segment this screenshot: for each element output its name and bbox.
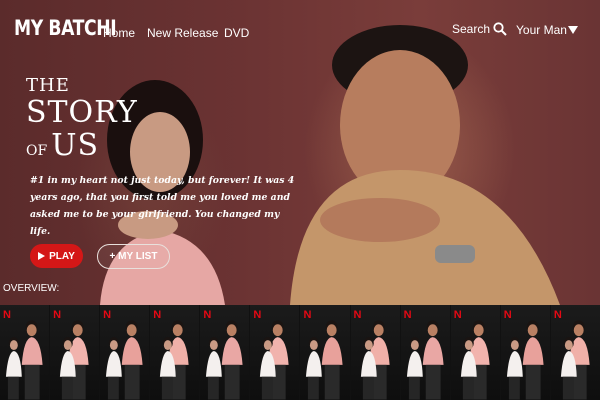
netflix-badge-icon: N: [103, 309, 112, 321]
netflix-badge-icon: N: [53, 309, 62, 321]
thumbnail-11[interactable]: N: [500, 305, 550, 400]
overview-label: OVERVIEW:: [3, 283, 60, 294]
netflix-badge-icon: N: [403, 309, 412, 321]
thumbnail-9[interactable]: N: [400, 305, 450, 400]
thumbnail-6[interactable]: N: [250, 305, 300, 400]
thumbnail-12[interactable]: N: [550, 305, 600, 400]
title-of: OF: [26, 143, 48, 159]
search-label: Search: [452, 22, 491, 36]
title-the: THE: [26, 75, 70, 96]
caret-down-icon: [567, 26, 578, 34]
my-list-label: + MY LIST: [109, 251, 158, 262]
title-story: STORY: [26, 95, 138, 130]
play-label: PLAY: [49, 250, 75, 262]
thumbnail-2[interactable]: N: [50, 305, 100, 400]
search-button[interactable]: Search: [452, 22, 507, 36]
thumbnail-7[interactable]: N: [300, 305, 350, 400]
thumbnail-10[interactable]: N: [450, 305, 500, 400]
thumbnail-1[interactable]: N: [0, 305, 50, 400]
netflix-badge-icon: N: [253, 309, 262, 321]
nav-dvd[interactable]: DVD: [224, 26, 249, 40]
description: #1 in my heart not just today, but forev…: [30, 175, 295, 237]
page-title: THE STORY OF US: [26, 76, 138, 167]
thumbnail-3[interactable]: N: [100, 305, 150, 400]
play-button[interactable]: PLAY: [30, 244, 83, 268]
netflix-badge-icon: N: [553, 309, 562, 321]
user-label: Your Man: [516, 23, 567, 37]
netflix-badge-icon: N: [3, 309, 11, 321]
my-list-button[interactable]: + MY LIST: [97, 244, 170, 269]
user-menu[interactable]: Your Man: [516, 23, 578, 37]
title-of-us: OF US: [26, 130, 138, 167]
search-icon: [493, 22, 507, 36]
thumbnail-5[interactable]: N: [200, 305, 250, 400]
nav-new-release[interactable]: New Release: [147, 26, 218, 40]
thumbnail-4[interactable]: N: [150, 305, 200, 400]
netflix-badge-icon: N: [453, 309, 462, 321]
top-nav: MY BATCHI Home New Release DVD Search Yo…: [0, 0, 600, 62]
thumbnail-strip: NNNNNNNNNNNN: [0, 305, 600, 400]
thumbnail-8[interactable]: N: [350, 305, 400, 400]
man-photo: [290, 25, 560, 305]
nav-home[interactable]: Home: [103, 26, 135, 40]
netflix-badge-icon: N: [303, 309, 312, 321]
logo[interactable]: MY BATCHI: [14, 16, 117, 40]
netflix-badge-icon: N: [353, 309, 362, 321]
play-icon: [38, 252, 46, 260]
netflix-badge-icon: N: [203, 309, 212, 321]
netflix-badge-icon: N: [503, 309, 512, 321]
netflix-badge-icon: N: [153, 309, 162, 321]
title-us: US: [51, 128, 100, 163]
